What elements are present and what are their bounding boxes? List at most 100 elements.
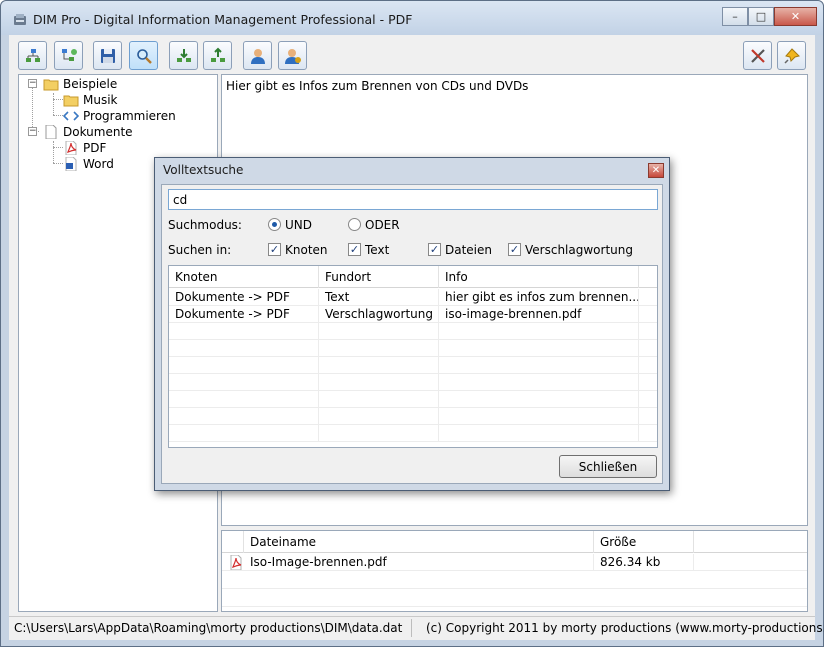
search-mode-label: Suchmodus: — [168, 218, 242, 232]
column-knoten[interactable]: Knoten — [169, 266, 319, 288]
scope-dateien-label[interactable]: Dateien — [445, 243, 492, 257]
search-input[interactable] — [168, 189, 658, 210]
minimize-icon: – — [732, 10, 738, 23]
scope-text-checkbox[interactable]: ✓ — [348, 243, 361, 256]
user-key-icon — [284, 48, 301, 64]
status-copyright: (c) Copyright 2011 by morty productions … — [426, 621, 824, 635]
user-button[interactable] — [243, 41, 272, 70]
floppy-icon — [100, 48, 115, 63]
empty-row — [169, 374, 657, 391]
empty-row — [222, 590, 807, 607]
file-list[interactable]: Dateiname Größe Iso-Image-brennen.pdf 82… — [221, 530, 808, 612]
tree-add-icon — [25, 48, 40, 62]
empty-row — [169, 391, 657, 408]
tree-node-pdf[interactable]: PDF — [63, 140, 106, 156]
scope-knoten-label[interactable]: Knoten — [285, 243, 328, 257]
result-knoten: Dokumente -> PDF — [169, 289, 319, 306]
file-size: 826.34 kb — [594, 554, 694, 571]
folder-open-icon — [43, 79, 59, 91]
column-fundort[interactable]: Fundort — [319, 266, 439, 288]
export-button[interactable] — [203, 41, 232, 70]
tools-button[interactable] — [743, 41, 772, 70]
user-icon — [250, 48, 265, 64]
search-button[interactable] — [129, 41, 158, 70]
import-arrow-down-icon — [176, 48, 191, 62]
scope-dateien-checkbox[interactable]: ✓ — [428, 243, 441, 256]
result-fundort: Verschlagwortung — [319, 306, 439, 323]
dialog-body: Suchmodus: UND ODER Suchen in: ✓ Knoten … — [161, 184, 663, 484]
close-icon: ✕ — [651, 165, 661, 176]
empty-row — [169, 340, 657, 357]
save-button[interactable] — [93, 41, 122, 70]
result-knoten: Dokumente -> PDF — [169, 306, 319, 323]
word-icon — [65, 157, 77, 171]
scope-verschlagwortung-label[interactable]: Verschlagwortung — [525, 243, 633, 257]
pin-button[interactable] — [777, 41, 806, 70]
file-row[interactable]: Iso-Image-brennen.pdf 826.34 kb — [222, 554, 807, 571]
file-list-header: Dateiname Größe — [222, 531, 807, 553]
code-icon — [63, 111, 79, 121]
toolbar — [9, 35, 815, 73]
minimize-button[interactable]: – — [722, 7, 748, 26]
tree-node-dokumente[interactable]: Dokumente — [43, 124, 133, 140]
tree-node-label: Programmieren — [83, 109, 176, 123]
import-button[interactable] — [169, 41, 198, 70]
pin-icon — [783, 47, 800, 64]
content-text: Hier gibt es Infos zum Brennen von CDs u… — [226, 79, 529, 93]
result-row[interactable]: Dokumente -> PDF Text hier gibt es infos… — [169, 289, 657, 306]
result-info: iso-image-brennen.pdf — [439, 306, 639, 323]
column-info[interactable]: Info — [439, 266, 639, 288]
tree-node-musik[interactable]: Musik — [63, 92, 118, 108]
column-dateiname[interactable]: Dateiname — [244, 531, 594, 553]
mode-oder-radio[interactable] — [348, 218, 361, 231]
empty-row — [169, 408, 657, 425]
empty-row — [169, 323, 657, 340]
tree-node-beispiele[interactable]: Beispiele — [43, 76, 117, 92]
scope-text-label[interactable]: Text — [365, 243, 389, 257]
tree-node-label: Dokumente — [63, 125, 133, 139]
tree-node-label: Word — [83, 157, 114, 171]
mode-und-label[interactable]: UND — [285, 218, 312, 232]
result-row[interactable]: Dokumente -> PDF Verschlagwortung iso-im… — [169, 306, 657, 323]
status-bar: C:\Users\Lars\AppData\Roaming\morty prod… — [9, 616, 824, 638]
empty-row — [169, 357, 657, 374]
pdf-icon — [230, 555, 242, 570]
empty-row — [222, 572, 807, 589]
close-icon: ✕ — [790, 10, 801, 23]
folder-icon — [63, 95, 79, 107]
results-grid[interactable]: Knoten Fundort Info Dokumente -> PDF Tex… — [168, 265, 658, 448]
close-window-button[interactable]: ✕ — [774, 7, 817, 26]
scope-knoten-checkbox[interactable]: ✓ — [268, 243, 281, 256]
tree-node-label: PDF — [83, 141, 107, 155]
document-icon — [45, 125, 57, 139]
pdf-icon — [65, 141, 77, 155]
collapse-beispiele-toggle[interactable]: − — [28, 79, 37, 88]
results-header: Knoten Fundort Info — [169, 266, 657, 288]
mode-oder-label[interactable]: ODER — [365, 218, 400, 232]
search-in-label: Suchen in: — [168, 243, 232, 257]
result-info: hier gibt es infos zum brennen... — [439, 289, 639, 306]
magnifier-icon — [136, 48, 152, 64]
mode-und-radio[interactable] — [268, 218, 281, 231]
title-bar[interactable]: DIM Pro - Digital Information Management… — [1, 1, 823, 35]
column-groesse[interactable]: Größe — [594, 531, 694, 553]
tree-node-label: Musik — [83, 93, 118, 107]
maximize-icon: □ — [755, 10, 767, 23]
tree-node-programmieren[interactable]: Programmieren — [63, 108, 176, 124]
dialog-close-button[interactable]: ✕ — [648, 163, 664, 178]
add-child-node-button[interactable] — [54, 41, 83, 70]
tree-node-label: Beispiele — [63, 77, 118, 91]
dialog-title: Volltextsuche — [163, 163, 244, 177]
collapse-dokumente-toggle[interactable]: − — [28, 127, 37, 136]
result-fundort: Text — [319, 289, 439, 306]
status-path: C:\Users\Lars\AppData\Roaming\morty prod… — [14, 621, 403, 635]
close-dialog-button[interactable]: Schließen — [559, 455, 657, 478]
add-sibling-node-button[interactable] — [18, 41, 47, 70]
fulltext-search-dialog: Volltextsuche ✕ Suchmodus: UND ODER Such… — [154, 157, 670, 491]
user-settings-button[interactable] — [278, 41, 307, 70]
scope-verschlagwortung-checkbox[interactable]: ✓ — [508, 243, 521, 256]
tree-node-word[interactable]: Word — [63, 156, 114, 172]
empty-row — [169, 425, 657, 442]
file-name: Iso-Image-brennen.pdf — [244, 554, 594, 571]
maximize-button[interactable]: □ — [748, 7, 774, 26]
